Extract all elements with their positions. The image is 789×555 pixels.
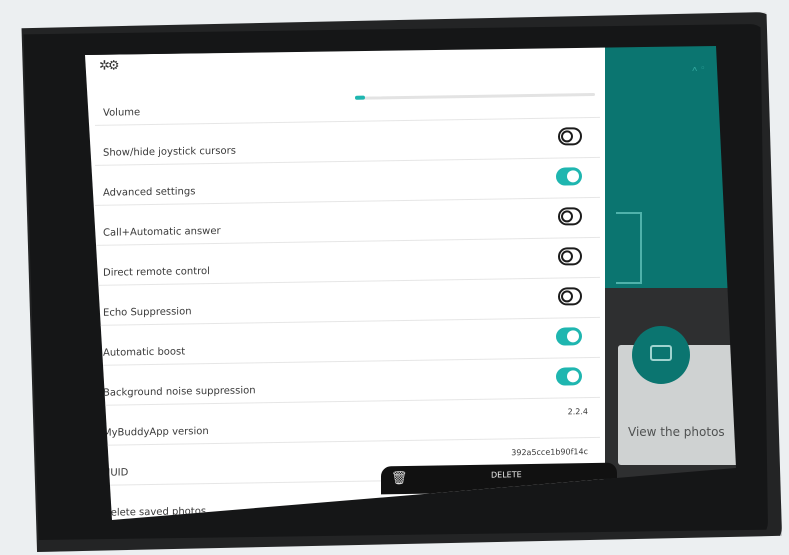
settings-row-label: Background noise suppression (103, 385, 256, 399)
settings-row-label: Advanced settings (103, 186, 196, 199)
volume-label: Volume (103, 107, 141, 119)
settings-panel: ✲⚙ Volume Show/hide joystick cursors Adva… (85, 46, 617, 520)
toggle-switch[interactable] (556, 367, 582, 386)
settings-row-label: Call+Automatic answer (103, 225, 221, 239)
camera-frame-bracket (616, 212, 642, 284)
settings-row-label: Direct remote control (103, 266, 210, 279)
settings-row-label: Show/hide joystick cursors (103, 145, 236, 159)
screen: ߍ ◦ View the photos ✲⚙ Volume Show/hide … (85, 46, 736, 520)
toggle-switch[interactable] (558, 247, 582, 266)
settings-row-label: Echo Suppression (103, 306, 192, 319)
settings-gears-icon: ✲⚙ (99, 58, 118, 74)
photo-icon (650, 345, 672, 361)
status-indicator: ߍ ◦ (692, 64, 706, 74)
delete-button[interactable]: DELETE (491, 470, 522, 479)
toggle-switch[interactable] (556, 167, 582, 186)
view-photos-label: View the photos (628, 425, 725, 439)
toggle-switch[interactable] (558, 207, 582, 226)
toggle-switch[interactable] (558, 127, 582, 146)
volume-slider[interactable] (355, 92, 595, 100)
volume-slider-fill (355, 95, 365, 100)
settings-row-label: Automatic boost (103, 346, 186, 359)
toggle-switch[interactable] (558, 287, 582, 306)
trash-icon[interactable]: 🗑 (391, 471, 408, 486)
toggle-switch[interactable] (556, 327, 582, 346)
settings-row-value: 392a5cce1b90f14c (511, 447, 588, 458)
settings-row-value: 2.2.4 (567, 407, 588, 417)
settings-row-label: MyBuddyApp version (103, 426, 209, 439)
view-photos-button[interactable] (632, 326, 690, 384)
